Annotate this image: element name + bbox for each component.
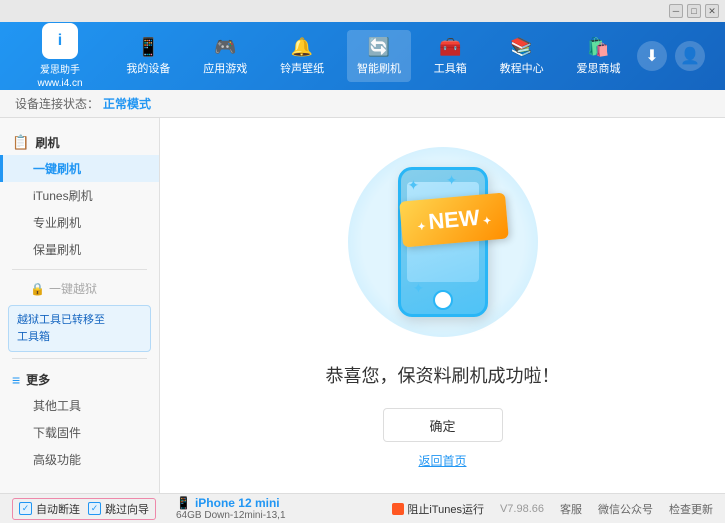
header-right: ⬇ 👤 [637, 41, 715, 71]
nav-fan-city-label: 爱思商城 [576, 60, 620, 76]
status-label: 设备连接状态： [15, 95, 99, 112]
content-area: NEW ✦ ✦ ✦ 恭喜您，保资料刷机成功啦！ 确定 返回首页 [160, 118, 725, 493]
status-value: 正常模式 [103, 95, 151, 112]
home-link[interactable]: 返回首页 [418, 452, 466, 469]
sparkle-1: ✦ [408, 177, 420, 194]
nav-bar: 📱 我的设备 🎮 应用游戏 🔔 铃声壁纸 🔄 智能刷机 🧰 工具箱 📚 教程中心… [110, 30, 637, 82]
nav-ringtone-icon: 🔔 [288, 36, 316, 58]
nav-toolbox-label: 工具箱 [434, 60, 467, 76]
bottom-left: ✓ 自动断连 ✓ 跳过向导 📱 iPhone 12 mini 64GB Down… [12, 496, 286, 521]
main-layout: 📋 刷机 一键刷机 iTunes刷机 专业刷机 保量刷机 🔒 一键越狱 越狱工具… [0, 118, 725, 493]
version-text: V7.98.66 [500, 503, 544, 515]
sidebar-info-jailbreak: 越狱工具已转移至 工具箱 [8, 305, 151, 352]
sidebar-item-pro-flash[interactable]: 专业刷机 [0, 209, 159, 236]
logo-icon: i [42, 23, 78, 59]
success-message: 恭喜您，保资料刷机成功啦！ [326, 362, 560, 388]
auto-close-check-icon: ✓ [19, 502, 32, 515]
new-badge: NEW [400, 192, 510, 247]
sidebar-group-more-icon: ≡ [12, 372, 20, 388]
skip-wizard-label: 跳过向导 [105, 501, 149, 517]
sidebar-group-flash: 📋 刷机 [0, 130, 159, 155]
nav-tutorial-label: 教程中心 [500, 60, 544, 76]
device-info: 📱 iPhone 12 mini 64GB Down-12mini-13,1 [176, 496, 286, 521]
sidebar-locked-jailbreak: 🔒 一键越狱 [0, 276, 159, 301]
download-button[interactable]: ⬇ [637, 41, 667, 71]
minimize-button[interactable]: ─ [669, 4, 683, 18]
nav-my-device-icon: 📱 [134, 36, 162, 58]
close-button[interactable]: ✕ [705, 4, 719, 18]
nav-app-game-icon: 🎮 [211, 36, 239, 58]
nav-tutorial[interactable]: 📚 教程中心 [490, 30, 554, 82]
nav-app-game[interactable]: 🎮 应用游戏 [193, 30, 257, 82]
success-illustration: NEW ✦ ✦ ✦ [343, 142, 543, 342]
device-name: 📱 iPhone 12 mini [176, 496, 286, 510]
status-bar: 设备连接状态： 正常模式 [0, 90, 725, 118]
logo-area[interactable]: i 爱思助手 www.i4.cn [10, 23, 110, 89]
sidebar-locked-label: 一键越狱 [49, 280, 97, 297]
lock-icon: 🔒 [30, 282, 45, 296]
bottom-bar: ✓ 自动断连 ✓ 跳过向导 📱 iPhone 12 mini 64GB Down… [0, 493, 725, 523]
logo-url: www.i4.cn [37, 78, 82, 89]
header: i 爱思助手 www.i4.cn 📱 我的设备 🎮 应用游戏 🔔 铃声壁纸 🔄 … [0, 22, 725, 90]
nav-toolbox-icon: 🧰 [436, 36, 464, 58]
sidebar-item-download-firmware[interactable]: 下载固件 [0, 419, 159, 446]
sparkle-3: ✦ [413, 280, 425, 297]
sidebar-item-other-tools[interactable]: 其他工具 [0, 392, 159, 419]
sidebar-group-more-label: 更多 [26, 371, 50, 388]
nav-ringtone[interactable]: 🔔 铃声壁纸 [270, 30, 334, 82]
nav-fan-city-icon: 🛍️ [584, 36, 612, 58]
sidebar-item-advanced[interactable]: 高级功能 [0, 446, 159, 473]
logo-name: 爱思助手 [40, 61, 80, 76]
nav-my-device[interactable]: 📱 我的设备 [116, 30, 180, 82]
device-icon: 📱 [176, 496, 191, 510]
nav-tutorial-icon: 📚 [508, 36, 536, 58]
check-update-link[interactable]: 检查更新 [669, 501, 713, 517]
nav-toolbox[interactable]: 🧰 工具箱 [424, 30, 477, 82]
support-link[interactable]: 客服 [560, 501, 582, 517]
nav-fan-city[interactable]: 🛍️ 爱思商城 [566, 30, 630, 82]
sidebar-group-more: ≡ 更多 [0, 367, 159, 392]
sidebar: 📋 刷机 一键刷机 iTunes刷机 专业刷机 保量刷机 🔒 一键越狱 越狱工具… [0, 118, 160, 493]
skip-wizard-check-icon: ✓ [88, 502, 101, 515]
phone-container: NEW ✦ ✦ ✦ [398, 167, 488, 317]
nav-smart-flash[interactable]: 🔄 智能刷机 [347, 30, 411, 82]
auto-close-checkbox[interactable]: ✓ 自动断连 [19, 501, 80, 517]
nav-my-device-label: 我的设备 [126, 60, 170, 76]
sidebar-group-flash-icon: 📋 [12, 134, 29, 151]
sidebar-item-save-flash[interactable]: 保量刷机 [0, 236, 159, 263]
nav-ringtone-label: 铃声壁纸 [280, 60, 324, 76]
sidebar-group-flash-label: 刷机 [35, 134, 59, 151]
sidebar-item-itunes-flash[interactable]: iTunes刷机 [0, 182, 159, 209]
sparkle-2: ✦ [446, 172, 458, 189]
user-button[interactable]: 👤 [675, 41, 705, 71]
bottom-right: 阻止iTunes运行 V7.98.66 客服 微信公众号 检查更新 [392, 501, 713, 517]
phone-button [433, 290, 453, 310]
auto-close-label: 自动断连 [36, 501, 80, 517]
stop-itunes-label: 阻止iTunes运行 [407, 501, 484, 517]
sidebar-divider-1 [12, 269, 147, 270]
sidebar-divider-2 [12, 358, 147, 359]
skip-wizard-checkbox[interactable]: ✓ 跳过向导 [88, 501, 149, 517]
nav-smart-flash-icon: 🔄 [365, 36, 393, 58]
title-bar: ─ □ ✕ [0, 0, 725, 22]
confirm-button[interactable]: 确定 [383, 408, 503, 442]
maximize-button[interactable]: □ [687, 4, 701, 18]
device-details: 64GB Down-12mini-13,1 [176, 510, 286, 521]
nav-smart-flash-label: 智能刷机 [357, 60, 401, 76]
stop-icon [392, 503, 404, 515]
wechat-link[interactable]: 微信公众号 [598, 501, 653, 517]
nav-app-game-label: 应用游戏 [203, 60, 247, 76]
stop-itunes-button[interactable]: 阻止iTunes运行 [392, 501, 484, 517]
sidebar-item-one-click-flash[interactable]: 一键刷机 [0, 155, 159, 182]
